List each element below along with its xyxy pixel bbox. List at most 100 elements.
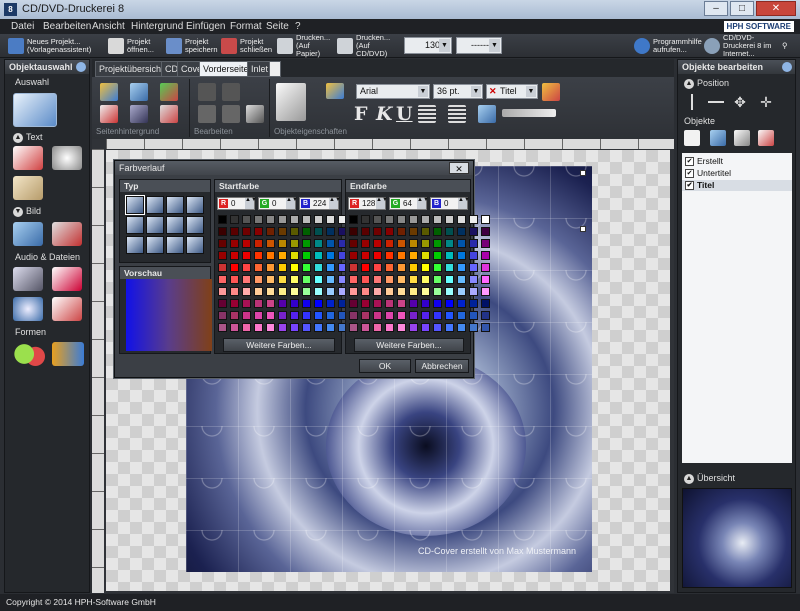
menu-format[interactable]: Format [230,21,262,32]
spin-arrows-icon[interactable]: ▲▼ [376,197,388,209]
color-swatch[interactable] [361,251,370,260]
cancel-button[interactable]: Abbrechen [415,359,469,373]
pin-icon[interactable] [782,62,792,72]
background-image-icon[interactable] [130,83,148,101]
color-swatch[interactable] [445,263,454,272]
color-swatch[interactable] [242,299,251,308]
color-swatch[interactable] [373,311,382,320]
bold-icon[interactable]: F [354,103,368,125]
gradient-type-option[interactable] [166,236,184,254]
properties-icon[interactable] [276,83,306,121]
color-swatch[interactable] [445,311,454,320]
color-swatch[interactable] [421,323,430,332]
gradient-type-option[interactable] [146,196,164,214]
help-button[interactable]: Programmhilfe aufrufen... [634,36,702,56]
color-swatch[interactable] [230,251,239,260]
color-swatch[interactable] [230,239,239,248]
image-props-icon[interactable] [478,105,496,123]
color-swatch[interactable] [302,323,311,332]
print-cd-button[interactable]: Drucken... (Auf CD/DVD) [337,34,401,58]
move-object-icon[interactable]: ✛ [758,94,774,110]
color-swatch[interactable] [481,227,490,236]
color-swatch[interactable] [230,263,239,272]
color-swatch[interactable] [242,275,251,284]
color-swatch[interactable] [361,215,370,224]
color-swatch[interactable] [218,299,227,308]
color-swatch[interactable] [457,299,466,308]
color-swatch[interactable] [481,323,490,332]
color-swatch[interactable] [385,239,394,248]
print-paper-button[interactable]: Drucken... (Auf Papier) [277,34,335,58]
color-swatch[interactable] [314,311,323,320]
stamp-tool-icon[interactable] [13,176,43,200]
color-swatch[interactable] [385,287,394,296]
color-swatch[interactable] [397,263,406,272]
color-swatch[interactable] [278,215,287,224]
background-effect-icon[interactable] [160,105,178,123]
color-swatch[interactable] [421,275,430,284]
color-swatch[interactable] [314,299,323,308]
color-swatch[interactable] [421,251,430,260]
tab-projektuebersicht[interactable]: Projektübersicht [95,61,168,77]
color-swatch[interactable] [433,299,442,308]
line-spacing-icon[interactable] [448,105,466,123]
color-swatch[interactable] [266,323,275,332]
menu-bearbeiten[interactable]: Bearbeiten [43,21,91,32]
color-swatch[interactable] [218,311,227,320]
color-swatch[interactable] [421,299,430,308]
color-swatch[interactable] [326,215,335,224]
color-swatch[interactable] [397,311,406,320]
color-swatch[interactable] [409,299,418,308]
color-swatch[interactable] [397,251,406,260]
color-swatch[interactable] [373,227,382,236]
color-swatch[interactable] [242,323,251,332]
menu-ansicht[interactable]: Ansicht [92,21,125,32]
effects-icon[interactable] [542,83,560,101]
color-swatch[interactable] [445,227,454,236]
color-swatch[interactable] [397,239,406,248]
undo-icon[interactable] [198,105,216,123]
select-tool-icon[interactable] [13,93,57,127]
close-icon[interactable]: ✕ [449,162,469,174]
cut-icon[interactable] [198,83,216,101]
color-swatch[interactable] [218,275,227,284]
color-swatch[interactable] [445,239,454,248]
color-swatch[interactable] [290,227,299,236]
color-swatch[interactable] [230,287,239,296]
color-swatch[interactable] [445,251,454,260]
color-swatch[interactable] [361,287,370,296]
color-swatch[interactable] [457,311,466,320]
color-swatch[interactable] [373,263,382,272]
color-swatch[interactable] [361,323,370,332]
color-swatch[interactable] [290,263,299,272]
font-size-select[interactable]: 36 pt. ▼ [433,84,483,99]
italic-icon[interactable]: K [376,103,393,125]
tab-vorderseite[interactable]: Vorderseite [199,61,253,77]
color-swatch[interactable] [409,287,418,296]
color-swatch[interactable] [230,299,239,308]
color-swatch[interactable] [242,239,251,248]
color-swatch[interactable] [385,311,394,320]
color-swatch[interactable] [278,275,287,284]
color-swatch[interactable] [481,311,490,320]
color-swatch[interactable] [361,299,370,308]
color-swatch[interactable] [278,227,287,236]
color-swatch[interactable] [278,251,287,260]
list-item-untertitel[interactable]: ✔ Untertitel [685,168,731,179]
color-swatch[interactable] [481,263,490,272]
gradient-type-option[interactable] [146,216,164,234]
color-swatch[interactable] [278,287,287,296]
list-item-titel[interactable]: ✔ Titel [682,180,792,191]
color-swatch[interactable] [385,323,394,332]
cd-audio-tool-icon[interactable] [13,297,43,321]
color-swatch[interactable] [433,287,442,296]
color-swatch[interactable] [445,299,454,308]
color-swatch[interactable] [266,227,275,236]
color-swatch[interactable] [302,263,311,272]
close-project-button[interactable]: Projekt schließen [221,36,275,56]
color-swatch[interactable] [433,251,442,260]
gradient-type-option[interactable] [126,216,144,234]
color-swatch[interactable] [373,215,382,224]
color-swatch[interactable] [302,251,311,260]
color-swatch[interactable] [457,251,466,260]
